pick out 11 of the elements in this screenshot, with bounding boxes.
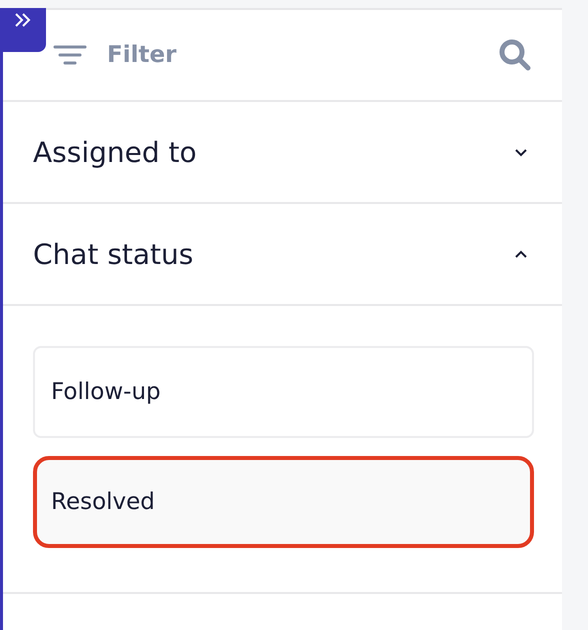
filter-icon xyxy=(53,44,87,66)
search-icon[interactable] xyxy=(498,38,532,72)
chevron-icon xyxy=(514,148,528,156)
status-option[interactable]: Follow-up xyxy=(33,346,534,438)
expand-tab[interactable] xyxy=(0,8,46,52)
status-option[interactable]: Resolved xyxy=(33,456,534,548)
section-header[interactable]: Assigned to xyxy=(3,102,562,204)
section-header[interactable]: Chat status xyxy=(3,204,562,306)
chevron-icon xyxy=(514,250,528,258)
double-chevron-icon xyxy=(14,12,32,28)
filter-label: Filter xyxy=(107,42,178,68)
